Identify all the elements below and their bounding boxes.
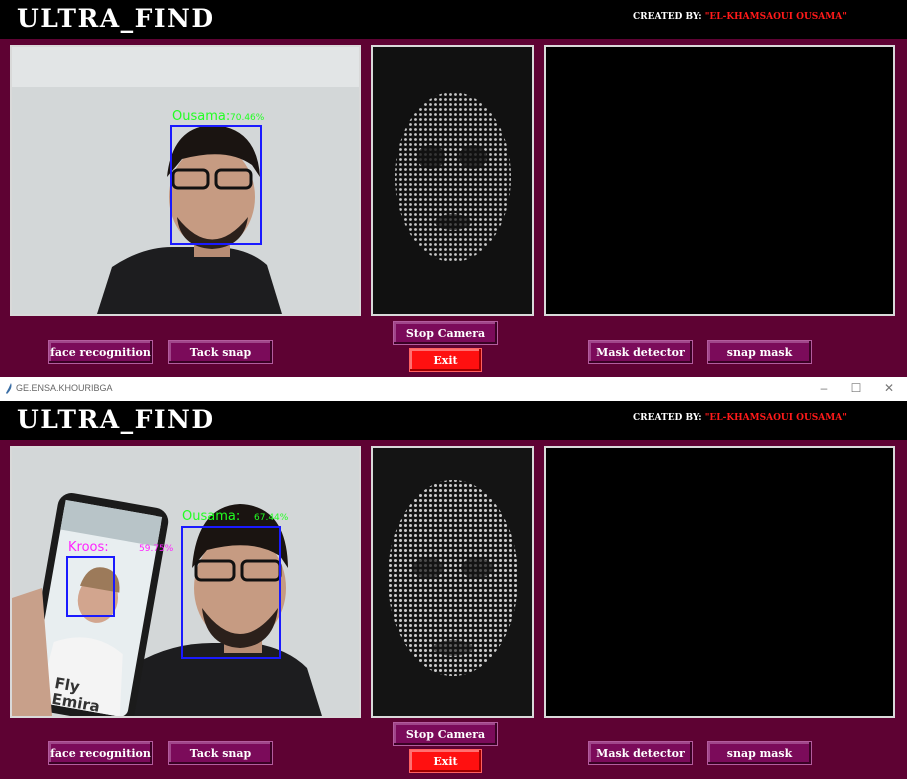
credit-prefix: CREATED BY: (633, 413, 705, 423)
mask-view (544, 45, 895, 316)
bottom-panel: ULTRA_FIND CREATED BY: "EL-KHAMSAOUI OUS… (0, 401, 907, 779)
stop-camera-button[interactable]: Stop Camera (393, 722, 498, 746)
face-mesh-image (373, 448, 532, 716)
header-bar: ULTRA_FIND CREATED BY: "EL-KHAMSAOUI OUS… (0, 0, 907, 39)
window-titlebar: GE.ENSA.KHOURIBGA – ☐ ✕ (0, 377, 907, 402)
camera-view: FlyEmira Ousama: 67.44% Kroos: 59.75% (10, 446, 361, 718)
face-recognition-button[interactable]: face recognition (48, 741, 153, 765)
snap-mask-button[interactable]: snap mask (707, 741, 812, 765)
exit-button[interactable]: Exit (409, 749, 482, 773)
credit-name: "EL-KHAMSAOUI OUSAMA" (704, 12, 847, 22)
credit-prefix: CREATED BY: (633, 12, 705, 22)
app-title: ULTRA_FIND (17, 4, 215, 33)
close-icon[interactable]: ✕ (881, 380, 897, 396)
camera-image: Ousama: 70.46% (12, 47, 359, 314)
tack-snap-button[interactable]: Tack snap (168, 741, 273, 765)
snap-mask-button[interactable]: snap mask (707, 340, 812, 364)
minimize-icon[interactable]: – (816, 380, 832, 396)
exit-button[interactable]: Exit (409, 348, 482, 372)
mesh-view (371, 45, 534, 316)
mask-detector-button[interactable]: Mask detector (588, 741, 693, 765)
credit-text: CREATED BY: "EL-KHAMSAOUI OUSAMA" (633, 12, 847, 22)
camera-view: Ousama: 70.46% (10, 45, 361, 316)
detection-score-kroos: 59.75% (139, 544, 174, 554)
app-title: ULTRA_FIND (17, 405, 215, 434)
camera-image: FlyEmira Ousama: 67.44% Kroos: 59.75% (12, 448, 359, 716)
detection-score: 70.46% (230, 113, 265, 123)
detection-label: Ousama: (172, 109, 230, 124)
mesh-view (371, 446, 534, 718)
window-title: GE.ENSA.KHOURIBGA (16, 383, 113, 393)
maximize-icon[interactable]: ☐ (848, 380, 864, 396)
stop-camera-button[interactable]: Stop Camera (393, 321, 498, 345)
detection-label: Ousama: (182, 509, 240, 524)
mask-detector-button[interactable]: Mask detector (588, 340, 693, 364)
credit-text: CREATED BY: "EL-KHAMSAOUI OUSAMA" (633, 413, 847, 423)
detection-label-kroos: Kroos: (68, 540, 109, 555)
mask-view (544, 446, 895, 718)
detection-score: 67.44% (254, 513, 289, 523)
face-recognition-button[interactable]: face recognition (48, 340, 153, 364)
tack-snap-button[interactable]: Tack snap (168, 340, 273, 364)
feather-icon (6, 383, 12, 394)
header-bar: ULTRA_FIND CREATED BY: "EL-KHAMSAOUI OUS… (0, 401, 907, 440)
top-panel: ULTRA_FIND CREATED BY: "EL-KHAMSAOUI OUS… (0, 0, 907, 377)
face-mesh-image (373, 47, 532, 314)
credit-name: "EL-KHAMSAOUI OUSAMA" (704, 413, 847, 423)
